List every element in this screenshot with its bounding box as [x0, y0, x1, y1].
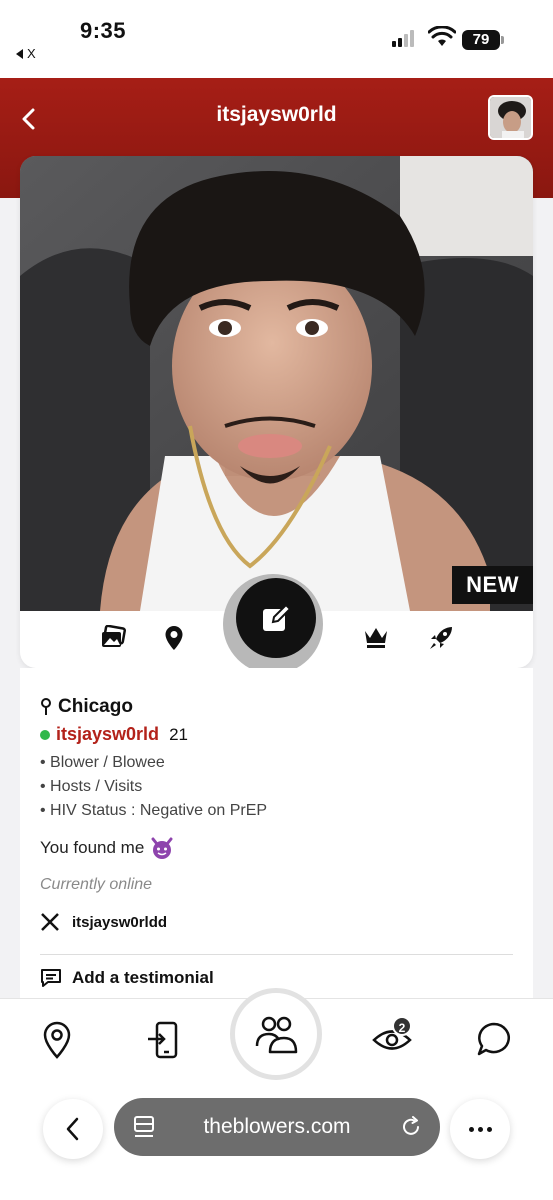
views-count-badge: 2: [392, 1016, 412, 1036]
detail-role: • Blower / Blowee: [40, 754, 165, 771]
reload-icon[interactable]: [400, 1116, 422, 1138]
profile-info: Chicago itsjaysw0rld 21 • Blower / Blowe…: [20, 668, 533, 998]
detail-hosting: • Hosts / Visits: [40, 778, 143, 795]
detail-hiv-status: • HIV Status : Negative on PrEP: [40, 802, 268, 819]
devil-emoji-icon: [151, 837, 173, 859]
profile-photo[interactable]: NEW: [20, 156, 533, 611]
location-pin-outline-icon: [41, 698, 51, 715]
more-dot: [468, 1126, 474, 1132]
battery-tip: [501, 36, 504, 44]
bio-label: You found me: [40, 838, 145, 857]
wifi-icon: [428, 26, 456, 46]
more-dot: [486, 1126, 492, 1132]
nav-chat-bubble-icon[interactable]: [476, 1021, 512, 1057]
back-to-app-button[interactable]: X: [16, 46, 36, 61]
browser-toolbar: theblowers.com: [0, 1082, 553, 1200]
browser-more-button[interactable]: [450, 1099, 510, 1159]
status-time: 9:35: [80, 18, 127, 43]
more-dot: [477, 1126, 483, 1132]
edit-profile-button[interactable]: [236, 578, 316, 658]
age: 21: [169, 724, 188, 744]
username-row: itsjaysw0rld 21: [40, 724, 188, 745]
boost-rocket-icon[interactable]: [428, 625, 454, 651]
add-testimonial-button[interactable]: Add a testimonial: [40, 968, 214, 988]
nav-map-pin-icon[interactable]: [42, 1021, 72, 1059]
location-pin-icon[interactable]: [164, 625, 184, 651]
crown-icon[interactable]: [363, 625, 389, 649]
status-bar: 9:35 X 79: [0, 0, 553, 78]
username: itsjaysw0rld: [56, 724, 160, 744]
online-indicator: [40, 729, 50, 740]
url-text: theblowers.com: [203, 1115, 351, 1138]
city-row: Chicago: [40, 696, 133, 718]
page-title: itsjaysw0rld: [216, 103, 337, 126]
comment-icon: [41, 969, 61, 987]
address-bar[interactable]: theblowers.com: [114, 1098, 440, 1156]
x-logo-icon: [41, 913, 59, 931]
back-triangle-icon: [16, 48, 23, 59]
chevron-left-icon: [66, 1117, 79, 1141]
photos-icon[interactable]: [100, 625, 126, 649]
city-label: Chicago: [58, 696, 133, 717]
online-status-text: Currently online: [40, 876, 153, 893]
battery-indicator: 79: [462, 30, 500, 50]
new-badge: NEW: [452, 566, 533, 604]
avatar-photo: [490, 97, 531, 138]
x-handle: itsjaysw0rldd: [72, 913, 168, 931]
avatar[interactable]: [488, 95, 533, 140]
nav-people-button[interactable]: [230, 988, 322, 1080]
cellular-signal-icon: [392, 30, 414, 47]
divider: [40, 954, 513, 955]
browser-back-button[interactable]: [43, 1099, 103, 1159]
people-icon: [255, 1016, 298, 1054]
testimonial-label: Add a testimonial: [72, 968, 214, 987]
x-social-link[interactable]: itsjaysw0rldd: [40, 912, 167, 932]
back-app-label: X: [27, 46, 36, 61]
bio-text: You found me: [40, 836, 174, 860]
nav-check-in-icon[interactable]: [146, 1021, 178, 1059]
edit-pencil-icon: [263, 603, 292, 631]
profile-photo-image: [20, 156, 533, 611]
